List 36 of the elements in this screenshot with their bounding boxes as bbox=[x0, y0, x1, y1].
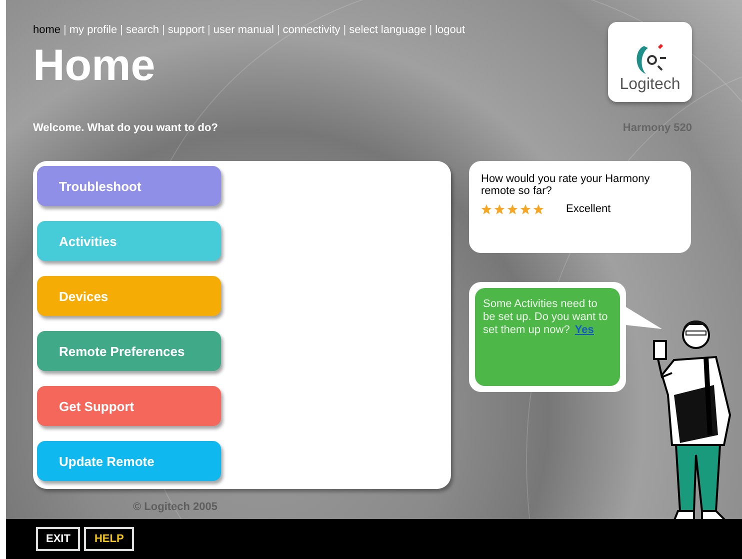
nav-link[interactable]: my profile bbox=[69, 24, 118, 36]
star-icon bbox=[494, 204, 505, 214]
nav-link[interactable]: select language bbox=[349, 24, 426, 36]
logo-text: Logitech bbox=[620, 76, 680, 94]
rating-question: How would you rate your Harmony remote so far? bbox=[481, 173, 651, 197]
menu-button[interactable]: Update Remote bbox=[37, 441, 221, 481]
star-icon bbox=[533, 204, 544, 214]
nav-link[interactable]: home bbox=[33, 24, 61, 36]
menu-button[interactable]: Devices bbox=[37, 276, 221, 316]
nav-link[interactable]: user manual bbox=[213, 24, 274, 36]
star-rating[interactable] bbox=[481, 204, 544, 214]
menu-button[interactable]: Remote Preferences bbox=[37, 331, 221, 371]
nav-separator: | bbox=[64, 24, 66, 36]
menu-button[interactable]: Activities bbox=[37, 221, 221, 261]
nav-link[interactable]: search bbox=[126, 24, 159, 36]
nav-link[interactable]: logout bbox=[435, 24, 466, 36]
star-icon bbox=[507, 204, 518, 214]
menu-button[interactable]: Get Support bbox=[37, 386, 221, 426]
star-icon bbox=[481, 204, 492, 214]
nav-separator: | bbox=[120, 24, 123, 36]
nav-separator: | bbox=[208, 24, 210, 36]
nav-link[interactable]: connectivity bbox=[282, 24, 340, 36]
welcome-text: Welcome. What do you want to do? bbox=[33, 122, 218, 134]
nav-separator: | bbox=[343, 24, 346, 36]
nav-separator: | bbox=[276, 24, 280, 36]
nav-separator: | bbox=[429, 24, 432, 36]
rating-label: Excellent bbox=[566, 203, 611, 215]
star-icon bbox=[520, 204, 531, 214]
page-title: Home bbox=[33, 44, 156, 88]
nav-link[interactable]: support bbox=[168, 24, 205, 36]
yes-link[interactable]: Yes bbox=[574, 324, 594, 338]
nav-separator: | bbox=[162, 24, 165, 36]
prompt-text: Some Activities need to be set up. Do you want to set them up now? Yes bbox=[475, 288, 620, 386]
exit-button[interactable]: EXIT bbox=[36, 527, 80, 551]
menu-button[interactable]: Troubleshoot bbox=[37, 166, 221, 206]
help-button[interactable]: HELP bbox=[84, 527, 134, 551]
